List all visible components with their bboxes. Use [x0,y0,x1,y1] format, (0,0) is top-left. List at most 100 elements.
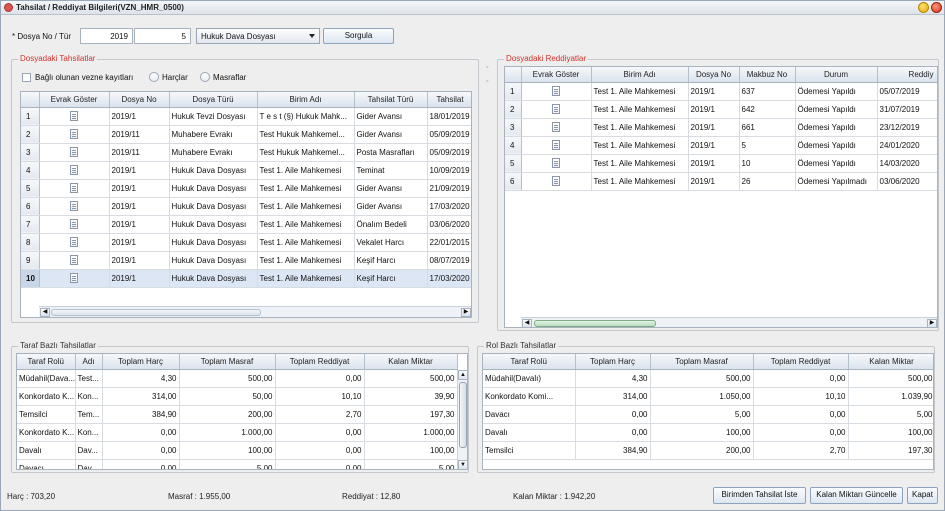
table-row[interactable]: 2 Test 1. Aile Mahkemesi 2019/1 642 Ödemesi … [505,100,937,119]
document-icon[interactable] [70,129,78,139]
table-row[interactable]: 1 2019/1 Hukuk Tevzi Dosyası T e s t (§) Hu… [21,107,471,126]
table-row[interactable]: Konkordato K... Kon... 314,00 50,00 10,10 39,… [17,387,458,406]
evrak-cell[interactable] [39,125,110,144]
column-header[interactable]: Evrak Göster [521,67,592,83]
column-header[interactable]: Toplam Reddiyat [753,354,849,370]
number-input[interactable]: 5 [134,28,191,44]
column-header[interactable]: Tahsilat Türü [354,92,428,108]
table-row[interactable]: 10 2019/1 Hukuk Dava Dosyası Test 1. Aile M… [21,269,471,288]
column-header[interactable]: Dosya No [109,92,170,108]
birimden-tahsilat-button[interactable]: Birimden Tahsilat İste [713,487,806,504]
scroll-left-icon[interactable]: ◀ [40,308,50,317]
minimize-icon[interactable] [918,2,929,13]
scroll-thumb[interactable] [459,382,467,448]
evrak-cell[interactable] [39,179,110,198]
document-icon[interactable] [70,273,78,283]
column-header[interactable]: Evrak Göster [39,92,110,108]
column-header[interactable]: Toplam Masraf [650,354,754,370]
document-icon[interactable] [552,158,560,168]
document-icon[interactable] [552,140,560,150]
evrak-cell[interactable] [39,143,110,162]
evrak-cell[interactable] [521,118,592,137]
table-row[interactable]: Temsilci Tem... 384,90 200,00 2,70 197,30 [17,405,458,424]
table-row[interactable]: 5 Test 1. Aile Mahkemesi 2019/1 10 Ödemesi Y… [505,154,937,173]
column-header[interactable]: Dosya No [688,67,740,83]
taraf-vscroll[interactable]: ▲ ▼ [457,370,467,469]
table-row[interactable]: 7 2019/1 Hukuk Dava Dosyası Test 1. Aile Ma… [21,215,471,234]
year-input[interactable]: 2019 [80,28,133,44]
title-bar[interactable]: Tahsilat / Reddiyat Bilgileri(VZN_HMR_05… [1,1,944,15]
document-icon[interactable] [70,255,78,265]
scroll-thumb[interactable] [51,309,261,316]
evrak-cell[interactable] [39,161,110,180]
evrak-cell[interactable] [39,269,110,288]
table-row[interactable]: 1 Test 1. Aile Mahkemesi 2019/1 637 Ödemesi … [505,82,937,101]
column-header[interactable]: Birim Adı [257,92,355,108]
table-row[interactable]: 2 2019/11 Muhabere Evrakı Test Hukuk Mahkem… [21,125,471,144]
table-row[interactable]: 4 2019/1 Hukuk Dava Dosyası Test 1. Aile Ma… [21,161,471,180]
column-header[interactable]: Toplam Reddiyat [275,354,365,370]
table-row[interactable]: Müdahil(Dava... Test... 4,30 500,00 0,00 500,… [17,369,458,388]
table-row[interactable]: 8 2019/1 Hukuk Dava Dosyası Test 1. Aile Ma… [21,233,471,252]
table-row[interactable]: Müdahil(Davalı) 4,30 500,00 0,00 500,00 [483,369,933,388]
document-icon[interactable] [70,147,78,157]
harclar-radio[interactable] [149,72,159,82]
evrak-cell[interactable] [39,251,110,270]
column-header[interactable]: Makbuz No [739,67,796,83]
scroll-left-icon[interactable]: ◀ [522,319,532,327]
table-row[interactable]: Konkordato K... Kon... 0,00 1.000,00 0,00 1.0… [17,423,458,442]
document-icon[interactable] [70,201,78,211]
column-header[interactable]: Reddiy [877,67,937,83]
evrak-cell[interactable] [521,172,592,191]
column-header[interactable]: Kalan Miktar [848,354,933,370]
column-header[interactable]: Toplam Harç [102,354,180,370]
table-row[interactable]: 9 2019/1 Hukuk Dava Dosyası Test 1. Aile Ma… [21,251,471,270]
tahsilat-hscroll[interactable]: ◀ ▶ [39,306,471,317]
document-icon[interactable] [552,104,560,114]
column-header[interactable] [21,92,40,108]
evrak-cell[interactable] [39,107,110,126]
masraflar-radio[interactable] [200,72,210,82]
splitter-handle[interactable]: ◦ ◦ [486,61,488,89]
scroll-right-icon[interactable]: ▶ [927,319,937,327]
table-row[interactable]: Davalı 0,00 100,00 0,00 100,00 [483,423,933,442]
column-header[interactable]: Birim Adı [591,67,689,83]
table-row[interactable]: Temsilci 384,90 200,00 2,70 197,30 [483,441,933,460]
kalan-guncelle-button[interactable]: Kalan Miktarı Güncelle [810,487,903,504]
table-row[interactable]: Davacı 0,00 5,00 0,00 5,00 [483,405,933,424]
document-icon[interactable] [552,122,560,132]
table-row[interactable]: Konkordato Komi... 314,00 1.050,00 10,10 1.0… [483,387,933,406]
column-header[interactable]: Taraf Rolü [483,354,576,370]
evrak-cell[interactable] [521,100,592,119]
bagli-checkbox[interactable] [22,73,31,82]
evrak-cell[interactable] [521,154,592,173]
table-row[interactable]: Davacı Dav... 0,00 5,00 0,00 5,00 [17,459,458,469]
dosya-type-select[interactable]: Hukuk Dava Dosyası [196,28,320,44]
scroll-up-icon[interactable]: ▲ [458,370,467,380]
query-button[interactable]: Sorgula [323,28,394,44]
document-icon[interactable] [70,165,78,175]
table-row[interactable]: 4 Test 1. Aile Mahkemesi 2019/1 5 Ödemesi Ya… [505,136,937,155]
evrak-cell[interactable] [521,136,592,155]
column-header[interactable]: Tahsilat [427,92,471,108]
evrak-cell[interactable] [521,82,592,101]
document-icon[interactable] [70,219,78,229]
document-icon[interactable] [70,237,78,247]
reddiyat-hscroll[interactable]: ◀ ▶ [521,317,937,327]
column-header[interactable]: Kalan Miktar [364,354,458,370]
document-icon[interactable] [70,183,78,193]
column-header[interactable]: Toplam Masraf [179,354,276,370]
evrak-cell[interactable] [39,233,110,252]
document-icon[interactable] [552,86,560,96]
table-row[interactable]: 6 Test 1. Aile Mahkemesi 2019/1 26 Ödemesi Y… [505,172,937,191]
column-header[interactable]: Adı [75,354,103,370]
document-icon[interactable] [70,111,78,121]
column-header[interactable] [505,67,522,83]
column-header[interactable]: Toplam Harç [575,354,651,370]
column-header[interactable]: Durum [795,67,878,83]
table-row[interactable]: 3 2019/11 Muhabere Evrakı Test Hukuk Mahkem… [21,143,471,162]
document-icon[interactable] [552,176,560,186]
table-row[interactable]: Davalı Dav... 0,00 100,00 0,00 100,00 [17,441,458,460]
scroll-right-icon[interactable]: ▶ [461,308,471,317]
column-header[interactable]: Taraf Rolü [17,354,76,370]
